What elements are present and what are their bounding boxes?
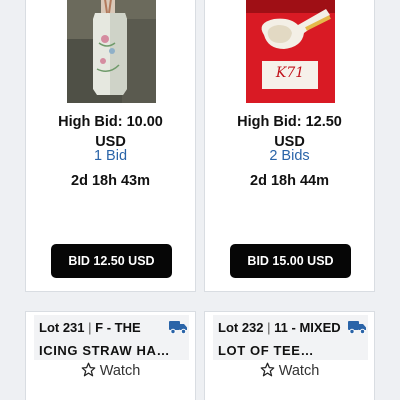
star-outline-icon bbox=[81, 362, 96, 377]
bid-count-link[interactable]: 2 Bids bbox=[205, 148, 374, 164]
lot-title-line: Lot 232 | 11 - MIXED bbox=[218, 320, 341, 335]
high-bid-text: High Bid: 10.00 USD bbox=[26, 112, 195, 152]
shipping-truck-icon bbox=[348, 321, 366, 334]
item-image-vase[interactable] bbox=[67, 0, 156, 103]
high-bid-amount: High Bid: 10.00 bbox=[58, 114, 163, 130]
lot-number: Lot 231 bbox=[39, 320, 85, 335]
bid-count-link[interactable]: 1 Bid bbox=[26, 148, 195, 164]
shipping-truck-icon bbox=[169, 321, 187, 334]
listing-card: K71 High Bid: 12.50 USD 2 Bids 2d 18h 44… bbox=[204, 0, 375, 292]
watch-label: Watch bbox=[278, 363, 320, 379]
high-bid-amount: High Bid: 12.50 bbox=[237, 114, 342, 130]
watch-label: Watch bbox=[99, 363, 141, 379]
high-bid-text: High Bid: 12.50 USD bbox=[205, 112, 374, 152]
lot-separator: | bbox=[88, 320, 92, 335]
lot-title-start: 11 - MIXED bbox=[274, 320, 341, 335]
time-remaining: 2d 18h 44m bbox=[250, 173, 329, 189]
place-bid-button[interactable]: BID 12.50 USD bbox=[51, 244, 172, 278]
item-tag-label: K71 bbox=[275, 65, 305, 81]
watch-button[interactable]: Watch bbox=[26, 362, 195, 379]
lot-card: Lot 232 | 11 - MIXED LOT OF TEE… Watch bbox=[204, 311, 375, 400]
listing-card: High Bid: 10.00 USD 1 Bid 2d 18h 43m BID… bbox=[25, 0, 196, 292]
auction-listing-page: High Bid: 10.00 USD 1 Bid 2d 18h 43m BID… bbox=[0, 0, 400, 400]
star-outline-icon bbox=[260, 362, 275, 377]
time-remaining: 2d 18h 43m bbox=[71, 173, 150, 189]
lot-title-block[interactable]: Lot 232 | 11 - MIXED LOT OF TEE… bbox=[213, 315, 368, 360]
lot-title-start: F - THE bbox=[95, 320, 141, 335]
lot-number: Lot 232 bbox=[218, 320, 264, 335]
lot-separator: | bbox=[267, 320, 271, 335]
watch-button[interactable]: Watch bbox=[205, 362, 374, 379]
lot-title-block[interactable]: Lot 231 | F - THE ICING STRAW HA… bbox=[34, 315, 189, 360]
item-image-pipe[interactable]: K71 bbox=[246, 0, 335, 103]
lot-card: Lot 231 | F - THE ICING STRAW HA… Watch bbox=[25, 311, 196, 400]
lot-title-continued: ICING STRAW HA… bbox=[39, 343, 171, 358]
lot-title-line: Lot 231 | F - THE bbox=[39, 320, 141, 335]
place-bid-button[interactable]: BID 15.00 USD bbox=[230, 244, 351, 278]
lot-title-continued: LOT OF TEE… bbox=[218, 343, 315, 358]
